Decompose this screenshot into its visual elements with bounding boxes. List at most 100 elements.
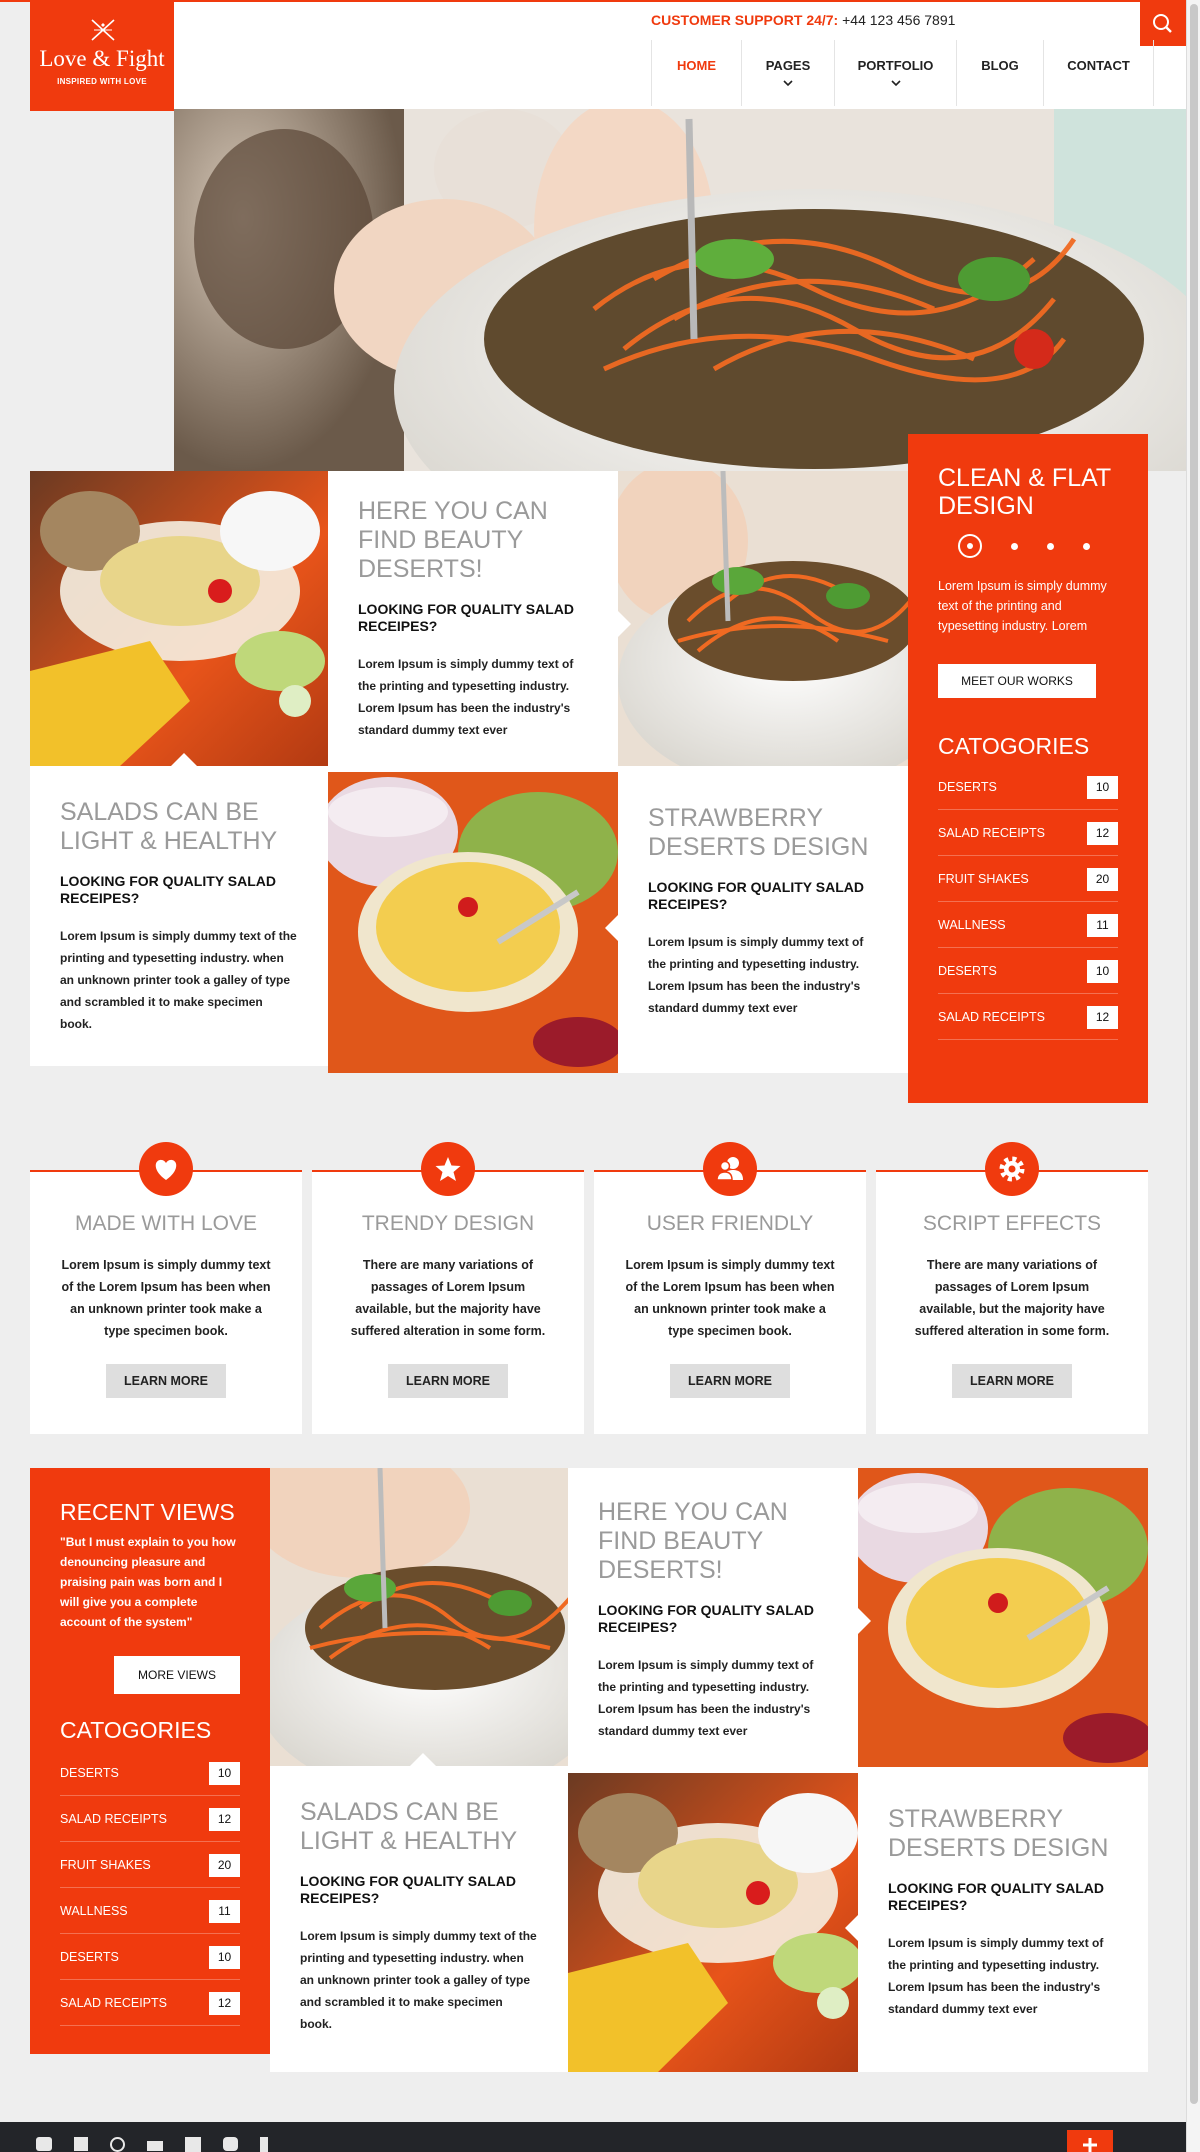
card-strawberry-deserts: STRAWBERRY DESERTS DESIGN LOOKING FOR QU… — [858, 1767, 1148, 2072]
category-item[interactable]: FRUIT SHAKES 20 — [938, 856, 1118, 902]
slider-title: CLEAN & FLAT DESIGN — [938, 464, 1111, 520]
category-item[interactable]: DESERTS 10 — [938, 948, 1118, 994]
plus-icon — [1083, 2138, 1097, 2152]
nav-pages[interactable]: PAGES — [742, 40, 835, 106]
category-label: DESERTS — [938, 964, 997, 978]
footer — [0, 2122, 1186, 2152]
learn-more-button[interactable]: LEARN MORE — [388, 1364, 508, 1398]
category-count: 12 — [1087, 1006, 1118, 1029]
card-body: Lorem Ipsum is simply dummy text of the … — [358, 657, 574, 737]
card-beauty-deserts: HERE YOU CAN FIND BEAUTY DESERTS! LOOKIN… — [328, 471, 618, 772]
pasta-salad-photo — [858, 1468, 1148, 1767]
card-body: Lorem Ipsum is simply dummy text of the … — [888, 1936, 1104, 2016]
category-label: WALLNESS — [60, 1904, 128, 1918]
chevron-down-icon — [783, 80, 793, 87]
category-count: 10 — [1087, 960, 1118, 983]
category-count: 11 — [1087, 914, 1118, 937]
card-pointer — [858, 1608, 871, 1634]
category-item[interactable]: DESERTS 10 — [938, 764, 1118, 810]
vimeo-icon[interactable] — [223, 2137, 238, 2151]
salad-platter-photo — [568, 1773, 858, 2072]
feature-trendy-design: TRENDY DESIGN There are many variations … — [312, 1142, 584, 1434]
card-subheading: LOOKING FOR QUALITY SALAD RECEIPES? — [300, 1873, 516, 1906]
slider-dot[interactable] — [1047, 542, 1054, 550]
salad-bowl-photo — [618, 471, 908, 766]
learn-more-button[interactable]: LEARN MORE — [106, 1364, 226, 1398]
logo-name: Love & Fight — [39, 46, 165, 71]
category-label: SALAD RECEIPTS — [938, 826, 1045, 840]
nav-blog-label: BLOG — [981, 58, 1019, 73]
scrollbar-thumb[interactable] — [1190, 4, 1198, 2104]
category-item[interactable]: SALAD RECEIPTS 12 — [938, 810, 1118, 856]
main-nav: HOME PAGES PORTFOLIO BLOG CONTACT — [651, 40, 1154, 106]
recent-views-title: RECENT VIEWS — [60, 1499, 235, 1525]
slider-text: Lorem Ipsum is simply dummy text of the … — [938, 579, 1107, 640]
chevron-down-icon — [890, 80, 901, 87]
category-item[interactable]: DESERTS 10 — [60, 1750, 240, 1796]
categories-list: DESERTS 10 SALAD RECEIPTS 12 FRUIT SHAKES 2… — [938, 764, 1118, 1040]
categories-list: DESERTS 10 SALAD RECEIPTS 12 FRUIT SHAKES 2… — [60, 1750, 240, 2026]
scrollbar[interactable] — [1186, 0, 1200, 2152]
category-item[interactable]: WALLNESS 11 — [60, 1888, 240, 1934]
card-subheading: LOOKING FOR QUALITY SALAD RECEIPES? — [598, 1602, 814, 1635]
feature-title: TRENDY DESIGN — [361, 1212, 535, 1235]
category-item[interactable]: SALAD RECEIPTS 12 — [60, 1796, 240, 1842]
category-label: SALAD RECEIPTS — [60, 1996, 167, 2010]
social-icons — [36, 2137, 268, 2152]
slider-dot-active[interactable] — [958, 534, 982, 558]
category-item[interactable]: SALAD RECEIPTS 12 — [60, 1980, 240, 2026]
nav-home-label: HOME — [677, 58, 716, 73]
category-label: DESERTS — [60, 1950, 119, 1964]
category-label: FRUIT SHAKES — [938, 872, 1029, 886]
category-count: 12 — [209, 1808, 240, 1831]
nav-home[interactable]: HOME — [652, 40, 742, 106]
learn-more-button[interactable]: LEARN MORE — [952, 1364, 1072, 1398]
nav-portfolio-label: PORTFOLIO — [857, 58, 934, 73]
meet-our-works-button[interactable]: MEET OUR WORKS — [938, 664, 1096, 698]
nav-portfolio[interactable]: PORTFOLIO — [835, 40, 957, 106]
card-salads-healthy: SALADS CAN BE LIGHT & HEALTHY LOOKING FO… — [270, 1766, 568, 2072]
slider-dots — [958, 534, 1118, 558]
card-subheading: LOOKING FOR QUALITY SALAD RECEIPES? — [888, 1880, 1104, 1913]
feature-text: Lorem Ipsum is simply dummy text of the … — [625, 1258, 835, 1338]
category-count: 12 — [209, 1992, 240, 2015]
learn-more-button[interactable]: LEARN MORE — [670, 1364, 790, 1398]
facebook-icon[interactable] — [260, 2137, 268, 2152]
nav-blog[interactable]: BLOG — [957, 40, 1044, 106]
card-subheading: LOOKING FOR QUALITY SALAD RECEIPES? — [60, 873, 276, 906]
slider-dot[interactable] — [1083, 542, 1090, 550]
card-strawberry-deserts: STRAWBERRY DESERTS DESIGN LOOKING FOR QU… — [618, 766, 908, 1073]
support-phone[interactable]: +44 123 456 7891 — [842, 12, 955, 28]
category-item[interactable]: FRUIT SHAKES 20 — [60, 1842, 240, 1888]
support-label: CUSTOMER SUPPORT 24/7: — [651, 12, 839, 28]
nav-contact[interactable]: CONTACT — [1044, 40, 1154, 106]
flickr-icon[interactable] — [147, 2141, 163, 2151]
feature-text: There are many variations of passages of… — [914, 1258, 1110, 1338]
logo[interactable]: Love & Fight INSPIRED WITH LOVE — [30, 0, 174, 111]
feature-text: Lorem Ipsum is simply dummy text of the … — [61, 1258, 271, 1338]
card-body: Lorem Ipsum is simply dummy text of the … — [648, 935, 864, 1015]
category-label: DESERTS — [60, 1766, 119, 1780]
nav-pages-label: PAGES — [765, 58, 811, 73]
slider-dot[interactable] — [1011, 542, 1018, 550]
twitter-icon[interactable] — [36, 2137, 52, 2151]
category-item[interactable]: WALLNESS 11 — [938, 902, 1118, 948]
card-heading: SALADS CAN BE LIGHT & HEALTHY — [300, 1798, 518, 1855]
feature-text: There are many variations of passages of… — [350, 1258, 546, 1338]
expand-footer-button[interactable] — [1067, 2130, 1113, 2152]
youtube-icon[interactable] — [185, 2137, 201, 2152]
more-views-button[interactable]: MORE VIEWS — [114, 1656, 240, 1694]
recent-views-quote: "But I must explain to you how denouncin… — [60, 1535, 236, 1629]
category-item[interactable]: DESERTS 10 — [60, 1934, 240, 1980]
feature-title: SCRIPT EFFECTS — [922, 1212, 1102, 1235]
card-heading: STRAWBERRY DESERTS DESIGN — [648, 804, 869, 861]
category-item[interactable]: SALAD RECEIPTS 12 — [938, 994, 1118, 1040]
linkedin-icon[interactable] — [74, 2137, 88, 2151]
category-label: FRUIT SHAKES — [60, 1858, 151, 1872]
dribbble-icon[interactable] — [110, 2137, 125, 2152]
card-pointer — [171, 753, 197, 766]
feature-script-effects: SCRIPT EFFECTS There are many variations… — [876, 1142, 1148, 1434]
slider-panel: CLEAN & FLAT DESIGN Lorem Ipsum is simpl… — [908, 434, 1148, 1103]
category-count: 12 — [1087, 822, 1118, 845]
crossed-forks-icon — [91, 19, 115, 41]
